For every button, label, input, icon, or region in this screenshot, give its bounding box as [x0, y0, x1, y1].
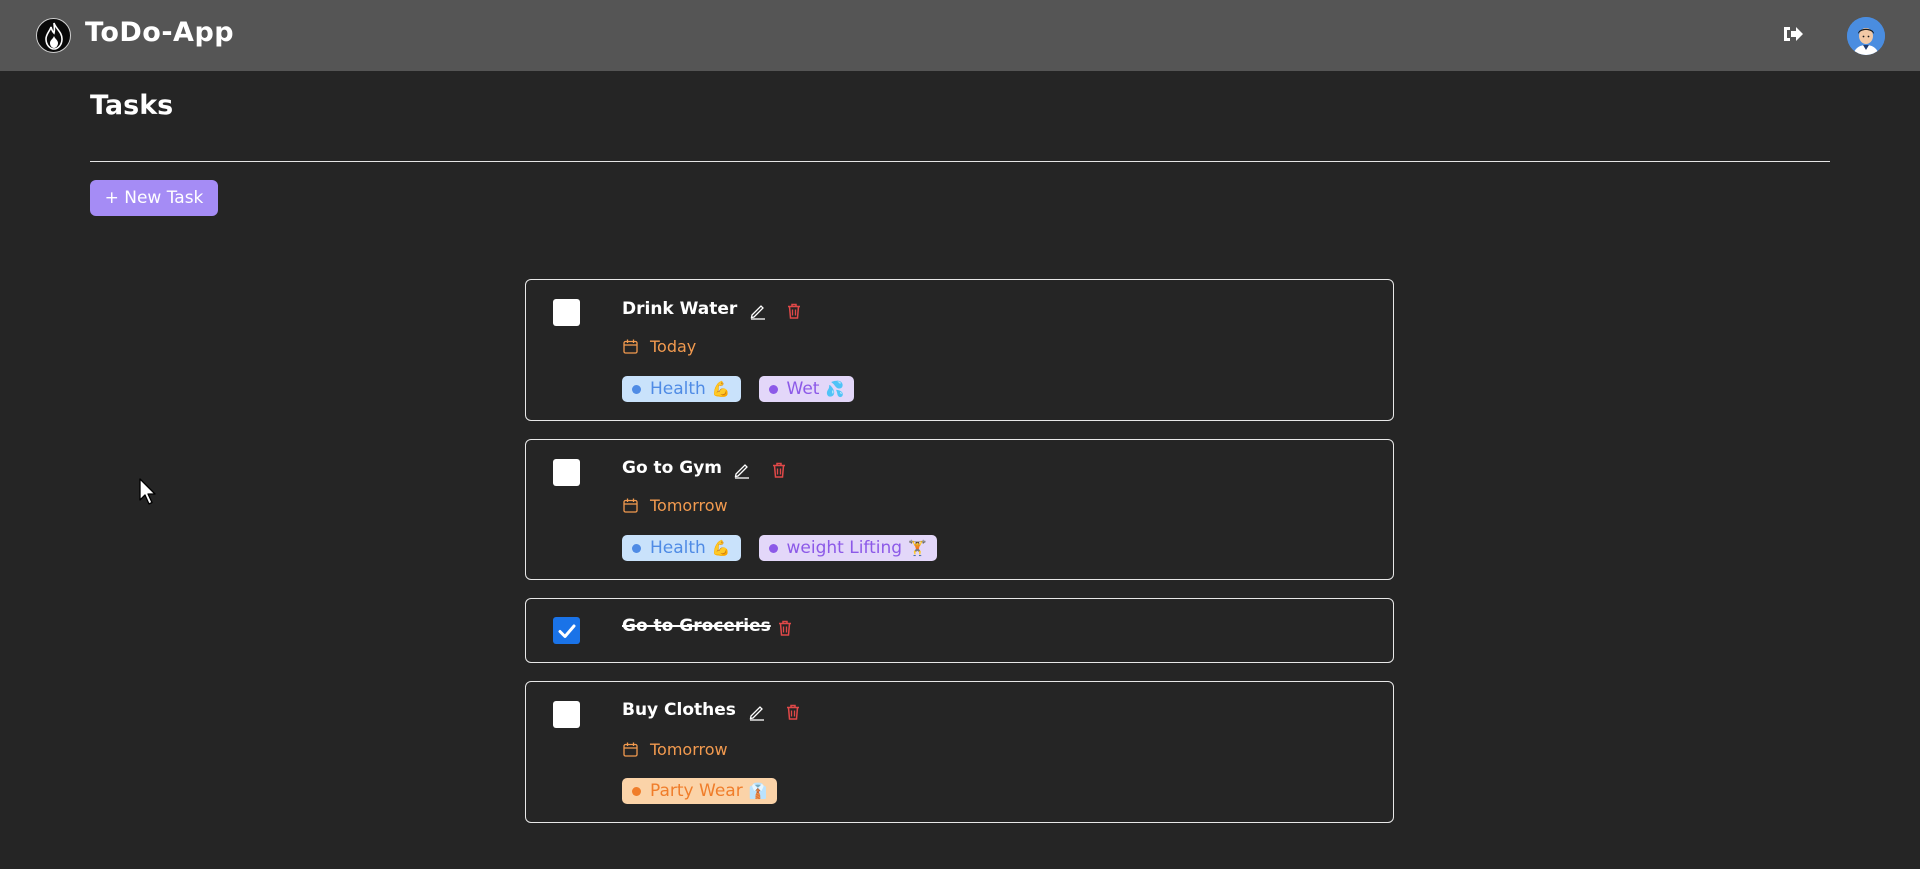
task-title: Drink Water: [622, 299, 738, 319]
app-title[interactable]: ToDo-App: [85, 17, 234, 48]
trash-icon[interactable]: [785, 302, 803, 320]
task-title: Buy Clothes: [622, 700, 736, 720]
due-label: Tomorrow: [650, 496, 728, 515]
divider: [90, 161, 1830, 162]
calendar-icon: [622, 741, 639, 758]
trash-icon[interactable]: [784, 703, 802, 721]
tag-label: weight Lifting: [786, 538, 903, 558]
task-card: Go to Groceries: [525, 598, 1394, 663]
tag-emoji: 👔: [748, 782, 768, 800]
edit-icon[interactable]: [749, 302, 767, 320]
tag-chip[interactable]: Wet 💦: [758, 376, 855, 402]
flame-icon[interactable]: [36, 18, 71, 53]
due-date: Tomorrow: [622, 496, 728, 515]
task-card: Drink Water Today Health 💪 Wet 💦: [525, 279, 1394, 421]
edit-icon[interactable]: [748, 703, 766, 721]
page-title: Tasks: [90, 90, 174, 121]
tag-emoji: 💪: [711, 539, 731, 557]
tag-chip[interactable]: weight Lifting 🏋: [758, 535, 937, 561]
tag-emoji: 💪: [711, 380, 731, 398]
task-card: Go to Gym Tomorrow Health 💪 weight Liftin…: [525, 439, 1394, 580]
new-task-button[interactable]: + New Task: [90, 180, 218, 216]
task-card: Buy Clothes Tomorrow Party Wear 👔: [525, 681, 1394, 823]
mouse-cursor-icon: [139, 478, 159, 506]
task-checkbox[interactable]: [553, 459, 580, 486]
task-checkbox[interactable]: [553, 299, 580, 326]
due-label: Today: [650, 337, 697, 356]
tag-list: Health 💪 Wet 💦: [622, 376, 855, 402]
tag-label: Party Wear: [650, 781, 743, 801]
tag-chip[interactable]: Party Wear 👔: [622, 778, 778, 804]
task-title: Go to Groceries: [622, 616, 771, 636]
calendar-icon: [622, 338, 639, 355]
trash-icon[interactable]: [776, 619, 794, 637]
tag-chip[interactable]: Health 💪: [622, 535, 741, 561]
trash-icon[interactable]: [770, 461, 788, 479]
edit-icon[interactable]: [733, 461, 751, 479]
sign-out-icon[interactable]: [1782, 24, 1804, 44]
calendar-icon: [622, 497, 639, 514]
user-avatar[interactable]: [1847, 17, 1885, 55]
tag-emoji: 💦: [825, 380, 845, 398]
tag-label: Wet: [786, 379, 820, 399]
check-icon: [558, 624, 575, 638]
tag-label: Health: [650, 538, 706, 558]
task-title: Go to Gym: [622, 458, 723, 478]
tag-label: Health: [650, 379, 706, 399]
tag-list: Party Wear 👔: [622, 778, 778, 804]
task-checkbox[interactable]: [553, 617, 580, 644]
due-date: Today: [622, 337, 696, 356]
tag-emoji: 🏋: [908, 539, 927, 557]
top-navbar: ToDo-App: [0, 0, 1920, 71]
due-label: Tomorrow: [650, 740, 728, 759]
tag-list: Health 💪 weight Lifting 🏋: [622, 535, 937, 561]
due-date: Tomorrow: [622, 740, 728, 759]
tag-chip[interactable]: Health 💪: [622, 376, 741, 402]
task-checkbox[interactable]: [553, 701, 580, 728]
